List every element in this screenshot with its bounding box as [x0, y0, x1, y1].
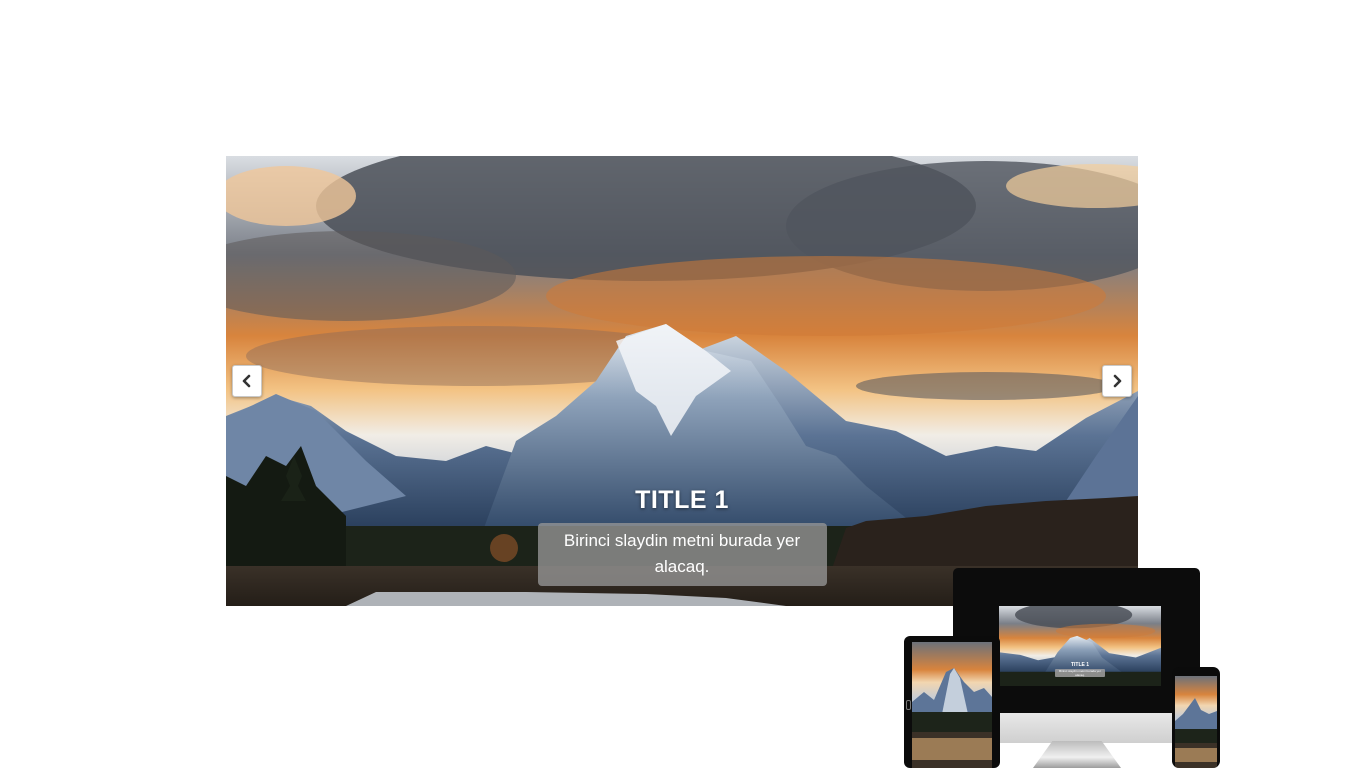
- tablet-screen: [912, 642, 992, 768]
- monitor-stand: [1033, 741, 1121, 768]
- responsive-devices-illustration: TITLE 1 Birinci slaydin metni burada yer…: [900, 560, 1230, 768]
- chevron-left-icon: [242, 374, 251, 388]
- tablet-landscape-image: [912, 642, 992, 768]
- phone-screen: [1175, 676, 1217, 768]
- tablet-device: [904, 636, 1000, 768]
- previous-slide-button[interactable]: [232, 365, 262, 397]
- mountain-landscape-image: [226, 156, 1138, 606]
- phone-landscape-image: [1175, 676, 1217, 768]
- monitor-slide-title: TITLE 1: [1070, 662, 1090, 668]
- tablet-home-button: [906, 700, 911, 710]
- chevron-right-icon: [1113, 374, 1122, 388]
- monitor-slide-description: Birinci slaydin metni burada yer alacaq.: [1055, 669, 1105, 677]
- monitor-screen: TITLE 1 Birinci slaydin metni burada yer…: [999, 606, 1161, 686]
- next-slide-button[interactable]: [1102, 365, 1132, 397]
- image-slider: [226, 156, 1138, 606]
- page: TITLE 1 Birinci slaydin metni burada yer…: [0, 0, 1366, 768]
- phone-device: [1172, 667, 1220, 768]
